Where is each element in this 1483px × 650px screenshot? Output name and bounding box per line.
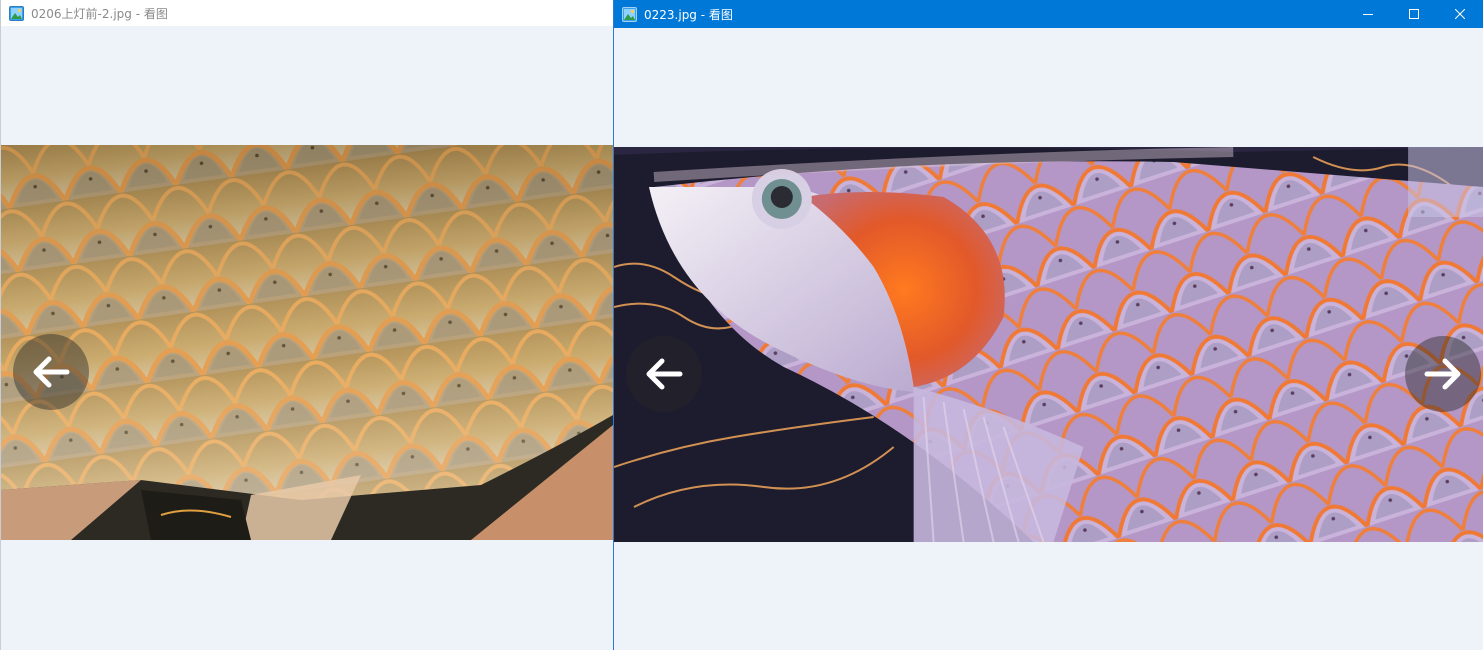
arrow-left-icon: [646, 358, 683, 390]
minimize-icon: [1363, 14, 1373, 15]
minimize-button[interactable]: [1345, 0, 1391, 28]
right-title-bar[interactable]: 0223.jpg - 看图: [614, 0, 1483, 28]
next-image-button[interactable]: [1405, 336, 1481, 412]
image-app-icon: [9, 5, 24, 21]
maximize-button[interactable]: [1391, 0, 1437, 28]
close-button[interactable]: [1437, 0, 1483, 28]
fish-photo: [1, 145, 613, 540]
close-icon: [1455, 9, 1465, 19]
arrow-left-icon: [33, 356, 70, 388]
window-title: 0206上灯前-2.jpg - 看图: [31, 6, 168, 21]
caption-buttons: [1345, 0, 1483, 28]
left-viewer-window: 0206上灯前-2.jpg - 看图: [0, 0, 613, 650]
arrow-right-icon: [1424, 358, 1461, 390]
right-viewer-window: 0223.jpg - 看图: [613, 0, 1483, 650]
window-title: 0223.jpg - 看图: [644, 7, 733, 22]
image-canvas[interactable]: [614, 147, 1483, 542]
fish-photo: [614, 147, 1483, 542]
left-title-bar[interactable]: 0206上灯前-2.jpg - 看图: [1, 0, 613, 26]
previous-image-button[interactable]: [13, 334, 89, 410]
previous-image-button[interactable]: [626, 336, 702, 412]
image-app-icon: [622, 6, 637, 22]
maximize-icon: [1409, 9, 1419, 19]
image-canvas[interactable]: [1, 145, 613, 540]
